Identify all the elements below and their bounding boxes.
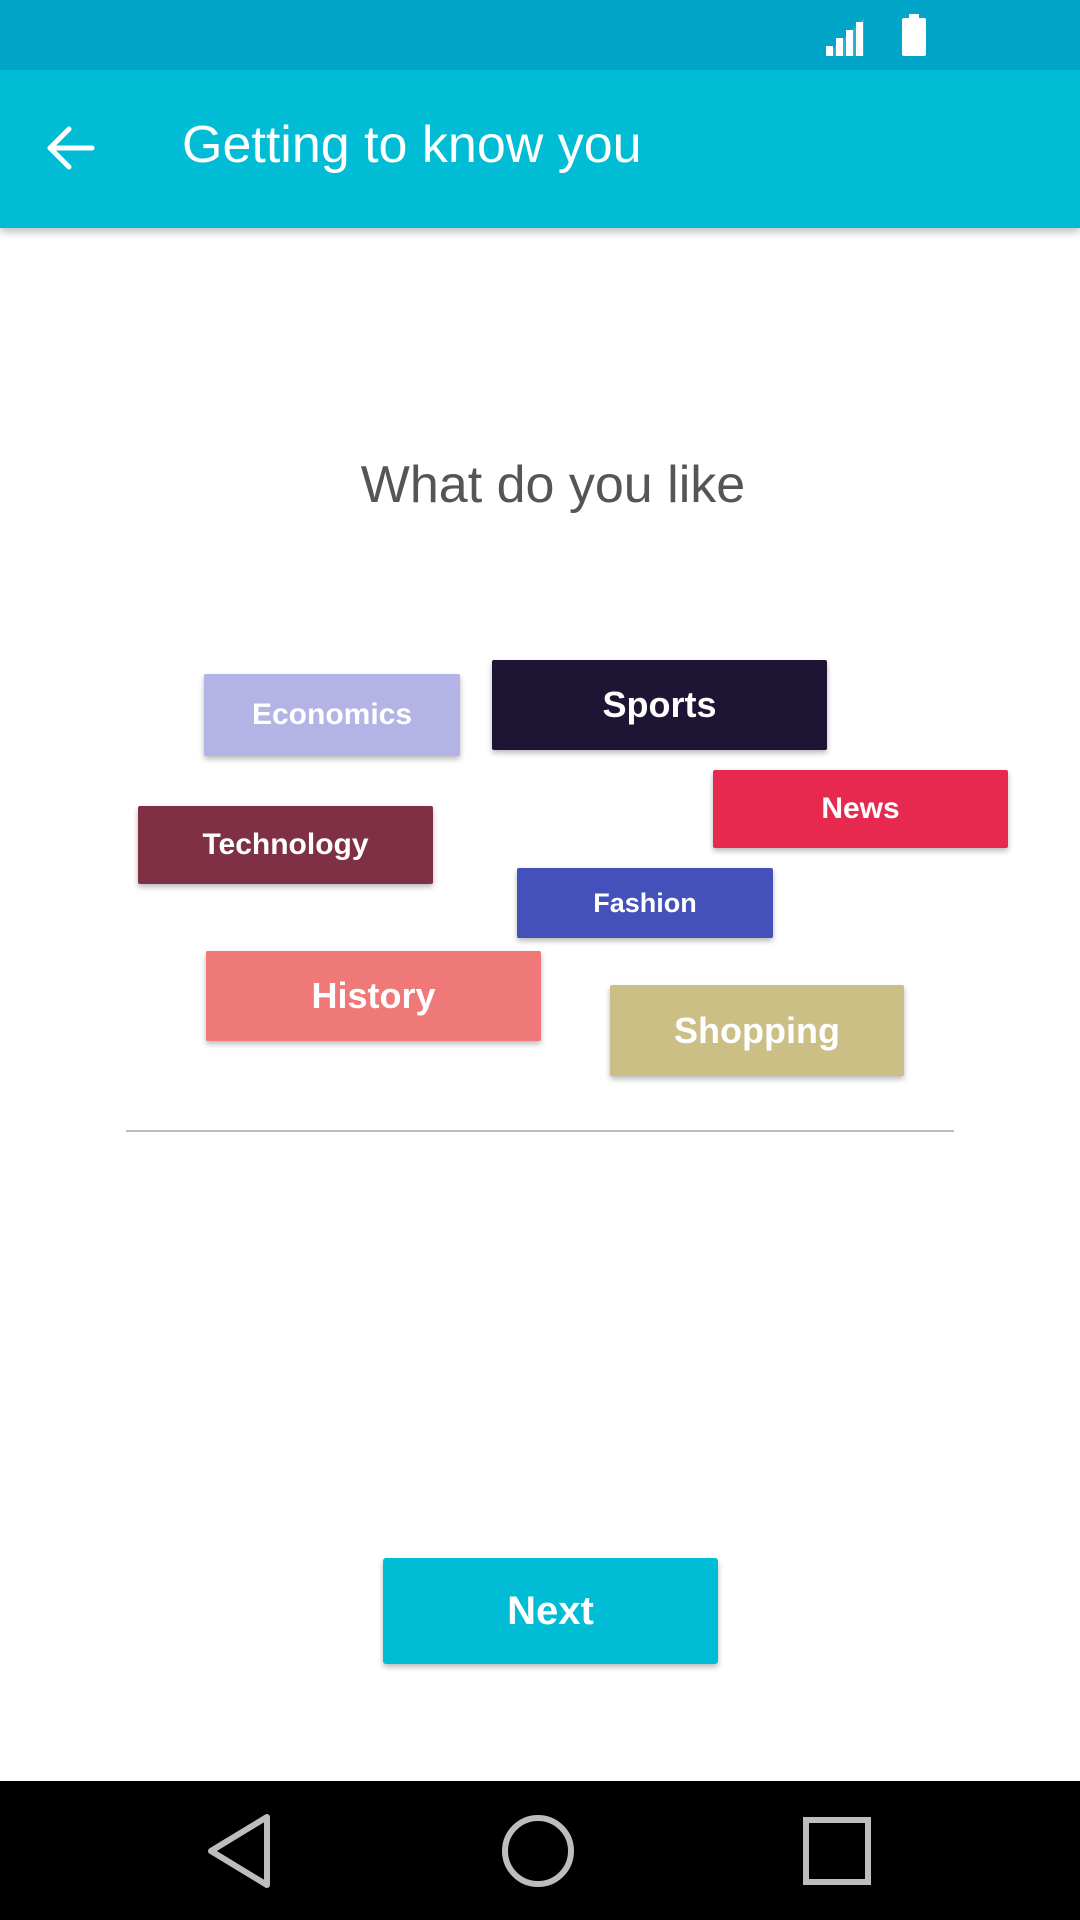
tag-shopping[interactable]: Shopping — [610, 985, 904, 1076]
screen: Getting to know you What do you like Eco… — [0, 0, 1080, 1920]
nav-back-button[interactable] — [160, 1781, 320, 1920]
circle-home-icon — [502, 1814, 574, 1887]
back-button[interactable] — [22, 100, 118, 196]
navigation-bar — [0, 1781, 1080, 1920]
nav-recents-button[interactable] — [757, 1781, 917, 1920]
tag-technology[interactable]: Technology — [138, 806, 433, 884]
nav-home-button[interactable] — [458, 1781, 618, 1920]
arrow-back-icon — [47, 126, 95, 170]
tag-sports[interactable]: Sports — [492, 660, 827, 750]
tag-fashion[interactable]: Fashion — [517, 868, 773, 938]
next-button[interactable]: Next — [383, 1558, 718, 1664]
page-title: Getting to know you — [182, 116, 642, 174]
signal-icon — [826, 18, 864, 56]
tag-economics[interactable]: Economics — [204, 674, 460, 756]
tag-history[interactable]: History — [206, 951, 541, 1041]
triangle-back-icon — [208, 1813, 270, 1888]
question-heading: What do you like — [360, 456, 746, 514]
battery-icon — [902, 14, 926, 56]
tag-news[interactable]: News — [713, 770, 1008, 848]
square-recents-icon — [803, 1816, 871, 1885]
status-bar — [0, 0, 1080, 70]
divider — [126, 1130, 954, 1132]
app-bar: Getting to know you — [0, 70, 1080, 228]
